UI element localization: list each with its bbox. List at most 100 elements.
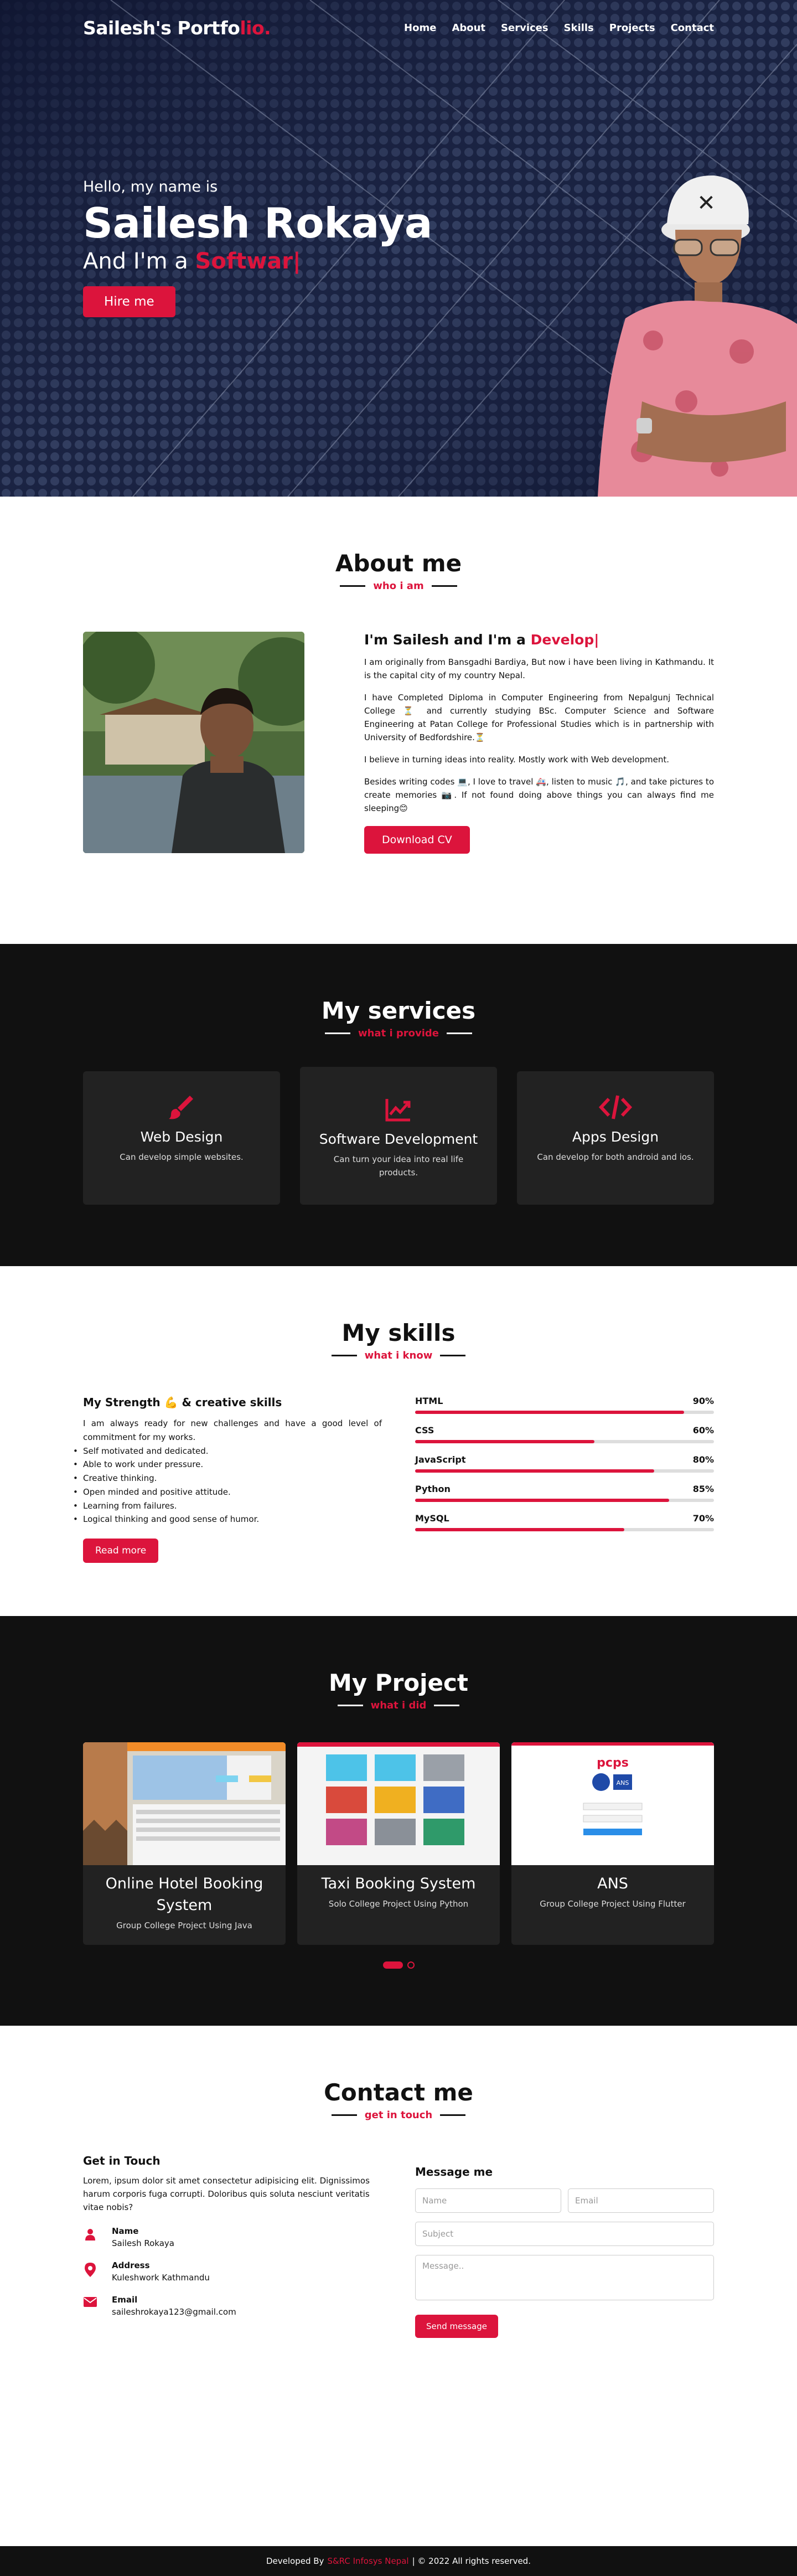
navbar: Sailesh's Portfolio. Home About Services…	[0, 0, 797, 55]
send-message-button[interactable]: Send message	[415, 2315, 498, 2338]
project-desc: Solo College Project Using Python	[328, 1899, 469, 1909]
contact-info-name: Name Sailesh Rokaya	[83, 2226, 382, 2248]
about-section: About me who i am I'm Sailesh and I'm a …	[0, 497, 797, 944]
subject-input[interactable]	[415, 2222, 714, 2246]
subtitle-line-left	[337, 1705, 363, 1706]
nav-about[interactable]: About	[452, 22, 485, 34]
subtitle-line-left	[331, 2114, 357, 2116]
carousel-dot-active[interactable]	[382, 1961, 403, 1969]
code-icon	[532, 1093, 698, 1121]
skill-fill	[415, 1411, 684, 1414]
services-title: My services	[321, 997, 476, 1024]
skill-percent: 85%	[692, 1484, 714, 1494]
skill-bar: Python 85%	[415, 1484, 714, 1502]
skills-title: My skills	[341, 1319, 456, 1346]
contact-info-address: Address Kuleshwork Kathmandu	[83, 2260, 382, 2283]
contact-subtitle: get in touch	[83, 2109, 714, 2121]
carousel-dot[interactable]	[407, 1961, 415, 1969]
contact-info-email: Email saileshrokaya123@gmail.com	[83, 2295, 382, 2317]
skill-name: MySQL	[415, 1513, 449, 1524]
strength-item: Learning from failures.	[73, 1499, 382, 1513]
pcps-logo: pcps	[597, 1756, 629, 1770]
service-title: Apps Design	[572, 1129, 659, 1145]
info-value[interactable]: saileshrokaya123@gmail.com	[112, 2307, 236, 2317]
skill-bars: HTML 90% CSS 60% JavaScript 80% Python 85% M…	[415, 1396, 714, 1563]
skill-fill	[415, 1440, 594, 1443]
read-more-button[interactable]: Read more	[83, 1539, 159, 1563]
about-paragraph: I believe in turning ideas into reality.…	[364, 755, 670, 765]
info-title: Address	[112, 2260, 150, 2270]
user-icon	[83, 2228, 97, 2243]
message-me-heading: Message me	[415, 2165, 493, 2178]
email-input[interactable]	[568, 2188, 714, 2213]
service-card[interactable]: Web Design Can develop simple websites.	[83, 1071, 280, 1205]
footer-author-link[interactable]: S&RC Infosys Nepal	[327, 2556, 408, 2566]
nav-home[interactable]: Home	[404, 22, 436, 34]
skill-fill	[415, 1469, 654, 1473]
chart-line-icon	[315, 1096, 482, 1123]
contact-title: Contact me	[324, 2079, 473, 2106]
about-title: About me	[335, 550, 462, 577]
project-card[interactable]: Online Hotel Booking System Group Colleg…	[83, 1742, 286, 1945]
nav-contact[interactable]: Contact	[671, 22, 714, 34]
paintbrush-icon	[99, 1093, 265, 1121]
services-subtitle: what i provide	[83, 1028, 714, 1039]
hero-greeting: Hello, my name is	[83, 178, 218, 195]
nav-skills[interactable]: Skills	[564, 22, 594, 34]
nav-menu: Home About Services Skills Projects Cont…	[404, 22, 714, 34]
project-title: ANS	[597, 1875, 628, 1892]
get-in-touch-heading: Get in Touch	[83, 2154, 161, 2167]
service-card[interactable]: Software Development Can turn your idea …	[300, 1067, 497, 1205]
service-card[interactable]: Apps Design Can develop for both android…	[517, 1071, 714, 1205]
skill-percent: 80%	[692, 1454, 714, 1465]
message-input[interactable]	[415, 2255, 714, 2300]
project-thumbnail	[83, 1742, 286, 1865]
projects-carousel: Online Hotel Booking System Group Colleg…	[83, 1742, 714, 1945]
service-desc: Can turn your idea into real life produc…	[333, 1154, 464, 1178]
skill-bar: CSS 60%	[415, 1425, 714, 1443]
skill-track	[415, 1528, 714, 1531]
skill-bar: MySQL 70%	[415, 1513, 714, 1531]
hero-role: And I'm a Softwar|	[83, 249, 714, 274]
nav-projects[interactable]: Projects	[609, 22, 655, 34]
about-headline-typed: Develop|	[530, 632, 599, 648]
subtitle-line-right	[447, 1033, 473, 1034]
strength-title: My Strength 💪 & creative skills	[83, 1396, 282, 1409]
about-subtitle-text: who i am	[373, 580, 424, 592]
subtitle-line-left	[331, 1355, 357, 1356]
skill-fill	[415, 1528, 624, 1531]
skill-track	[415, 1469, 714, 1473]
project-card[interactable]: pcps ANS ANS Group College Project Using…	[511, 1742, 714, 1945]
skill-track	[415, 1499, 714, 1502]
project-thumbnail: pcps ANS	[511, 1742, 714, 1865]
strength-item: Creative thinking.	[73, 1472, 382, 1485]
projects-subtitle-text: what i did	[370, 1700, 427, 1711]
strength-item: Self motivated and dedicated.	[73, 1444, 382, 1458]
skill-fill	[415, 1499, 669, 1502]
nav-services[interactable]: Services	[501, 22, 548, 34]
envelope-icon	[83, 2297, 97, 2311]
logo[interactable]: Sailesh's Portfolio.	[83, 17, 271, 39]
about-paragraph: I am originally from Bansgadhi Bardiya, …	[364, 657, 714, 680]
subtitle-line-left	[340, 585, 366, 587]
name-input[interactable]	[415, 2188, 561, 2213]
project-desc: Group College Project Using Flutter	[540, 1899, 686, 1909]
ans-logo: ANS	[617, 1779, 629, 1787]
strength-item: Able to work under pressure.	[73, 1458, 382, 1472]
project-thumbnail	[297, 1742, 500, 1865]
service-desc: Can develop for both android and ios.	[537, 1152, 694, 1162]
skill-name: JavaScript	[415, 1454, 466, 1465]
skill-name: CSS	[415, 1425, 434, 1436]
subtitle-line-right	[434, 1705, 460, 1706]
contact-section: Contact me get in touch Get in Touch Lor…	[0, 2026, 797, 2546]
project-card[interactable]: Taxi Booking System Solo College Project…	[297, 1742, 500, 1945]
info-value: Kuleshwork Kathmandu	[112, 2273, 210, 2283]
about-photo-image	[83, 632, 304, 853]
download-cv-button[interactable]: Download CV	[364, 826, 470, 854]
project-title: Taxi Booking System	[321, 1875, 476, 1892]
contact-subtitle-text: get in touch	[364, 2109, 433, 2121]
skill-track	[415, 1411, 714, 1414]
contact-intro: Lorem, ipsum dolor sit amet consectetur …	[83, 2176, 370, 2212]
hire-me-button[interactable]: Hire me	[83, 286, 175, 317]
service-desc: Can develop simple websites.	[120, 1152, 244, 1162]
